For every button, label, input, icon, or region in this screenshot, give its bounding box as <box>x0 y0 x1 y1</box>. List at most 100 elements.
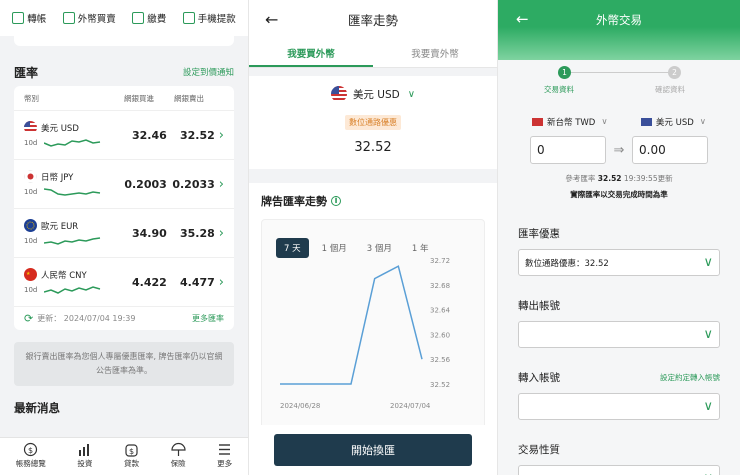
nav-account-overview[interactable]: $ 帳務總覽 <box>16 438 46 475</box>
page-title: 外幣交易 <box>596 13 642 27</box>
agreed-account-link[interactable]: 設定約定轉入帳號 <box>660 372 720 383</box>
currency-name: 日幣 JPY <box>41 172 74 183</box>
sparkline <box>44 188 101 196</box>
buy-rate: 32.46 <box>132 128 167 142</box>
y-tick-label: 32.64 <box>430 307 451 315</box>
chevron-down-icon: ∨ <box>703 471 713 475</box>
sell-rate: 4.477 <box>180 275 215 289</box>
swap-arrows-icon[interactable]: ⇒ <box>614 143 625 158</box>
info-icon[interactable]: i <box>331 196 341 206</box>
loan-icon: $ <box>125 444 138 457</box>
to-currency-label: 美元 USD <box>655 118 694 128</box>
tab-buy-fx[interactable]: 我要買外幣 <box>249 38 373 67</box>
discount-select[interactable]: 數位通路優惠：32.52 ∨ <box>518 249 720 276</box>
nav-loan[interactable]: $ 貸款 <box>124 438 139 475</box>
nav-investment[interactable]: 投資 <box>77 438 92 475</box>
account-overview-icon: $ <box>24 442 38 457</box>
sell-rate: 0.2033 <box>172 177 215 191</box>
discount-label: 匯率優惠 <box>498 226 740 241</box>
col-sell: 網銀賣出 <box>174 93 204 103</box>
tx-type-label: 交易性質 <box>518 444 560 456</box>
bill-icon <box>132 12 145 24</box>
col-currency: 幣別 <box>24 93 39 103</box>
chevron-down-icon: ∨ <box>703 399 713 414</box>
currency-name: 美元 USD <box>41 123 79 134</box>
toolbar-transfer[interactable]: 轉帳 <box>12 11 46 25</box>
news-title: 最新消息 <box>14 401 60 415</box>
to-currency-select[interactable]: 美元 USD ∨ <box>640 116 706 128</box>
back-arrow-icon[interactable]: ← <box>265 10 278 29</box>
nav-more[interactable]: 更多 <box>217 438 232 475</box>
discount-label-text: 匯率優惠 <box>518 228 560 240</box>
step-1-label: 交易資料 <box>544 85 574 94</box>
eu-flag-icon <box>24 219 37 232</box>
chevron-right-icon: › <box>218 127 224 143</box>
chevron-right-icon: › <box>218 274 224 290</box>
sell-rate: 35.28 <box>180 226 215 240</box>
nav-label: 更多 <box>217 459 233 468</box>
toolbar-label: 外幣買賣 <box>77 14 116 25</box>
notify-link[interactable]: 設定到價通知 <box>183 66 234 78</box>
cn-flag-icon: ★ <box>24 268 37 281</box>
back-arrow-icon[interactable]: ← <box>516 10 529 28</box>
fx-rate-row[interactable]: 歐元 EUR 10d 34.90 35.28 › <box>14 208 234 257</box>
x-tick-label: 2024/07/04 <box>390 402 431 410</box>
step-2-label: 確認資料 <box>655 85 685 94</box>
home-panel: 轉帳 外幣買賣 繳費 手機提款 匯率 設定到價通知 幣別 網銀買進 網銀賣出 美… <box>0 0 248 475</box>
buy-rate: 34.90 <box>132 226 167 240</box>
currency-name: 歐元 EUR <box>41 221 79 232</box>
refresh-icon[interactable]: ⟳ <box>24 312 33 325</box>
y-tick-label: 32.52 <box>430 381 450 389</box>
toolbar-bill[interactable]: 繳費 <box>132 11 166 25</box>
from-currency-label: 新台幣 TWD <box>547 118 596 128</box>
currency-name: 人民幣 CNY <box>41 270 87 281</box>
toolbar-label: 繳費 <box>147 14 167 25</box>
nav-label: 保險 <box>170 459 186 468</box>
col-buy: 網銀買進 <box>124 93 154 103</box>
discount-badge: 數位通路優惠 <box>345 115 401 130</box>
us-flag-icon <box>24 121 37 134</box>
trade-tabs: 我要買外幣 我要賣外幣 <box>249 38 497 68</box>
us-flag-icon <box>640 118 652 126</box>
toolbar-atm[interactable]: 手機提款 <box>182 11 236 25</box>
tab-sell-fx[interactable]: 我要賣外幣 <box>373 38 497 67</box>
svg-text:$: $ <box>129 447 134 456</box>
toolbar-label: 轉帳 <box>27 14 47 25</box>
y-tick-label: 32.72 <box>430 257 450 265</box>
start-exchange-button[interactable]: 開始換匯 <box>274 434 472 466</box>
sparkline <box>44 237 101 245</box>
stepper: 1 2 交易資料 確認資料 <box>498 64 740 104</box>
in-account-select[interactable]: ∨ <box>518 393 720 420</box>
fx-rate-row[interactable]: 美元 USD 10d 32.46 32.52 › <box>14 110 234 159</box>
fx-rate-row[interactable]: ★ 人民幣 CNY 10d 4.422 4.477 › <box>14 257 234 306</box>
card-edge <box>14 36 234 46</box>
chevron-down-icon: ∨ <box>407 88 416 100</box>
y-tick-label: 32.56 <box>430 356 451 364</box>
from-currency-select[interactable]: 新台幣 TWD ∨ <box>532 116 608 128</box>
fx-rate-row[interactable]: 日幣 JPY 10d 0.2003 0.2033 › <box>14 159 234 208</box>
chevron-down-icon: ∨ <box>699 117 706 127</box>
ref-rate: 32.52 <box>597 174 622 183</box>
more-rates-link[interactable]: 更多匯率 <box>192 313 224 324</box>
to-amount-input[interactable]: 0.00 <box>632 136 708 164</box>
out-account-label: 轉出帳號 <box>518 300 560 312</box>
header-bar: ← 外幣交易 <box>498 0 740 60</box>
nav-label: 帳務總覽 <box>15 459 46 468</box>
currency-selector[interactable]: 美元 USD ∨ <box>249 86 497 102</box>
buy-rate: 0.2003 <box>124 177 167 191</box>
more-icon <box>219 444 231 455</box>
out-account-select[interactable]: ∨ <box>518 321 720 348</box>
y-tick-label: 32.68 <box>430 282 450 290</box>
toolbar-fx-trade[interactable]: 外幣買賣 <box>62 11 116 25</box>
atm-icon <box>182 12 195 24</box>
ref-rate-time: 19:39:55更新 <box>623 174 673 183</box>
nav-insurance[interactable]: 保險 <box>171 438 186 475</box>
period-label: 10d <box>24 188 38 196</box>
chart-title: 牌告匯率走勢 <box>261 195 327 208</box>
from-amount-input[interactable]: 0 <box>530 136 606 164</box>
sparkline <box>44 139 101 147</box>
period-label: 10d <box>24 237 38 245</box>
sparkline <box>44 286 101 294</box>
step-2: 2 <box>668 66 681 79</box>
tx-type-select[interactable]: ∨ <box>518 465 720 475</box>
